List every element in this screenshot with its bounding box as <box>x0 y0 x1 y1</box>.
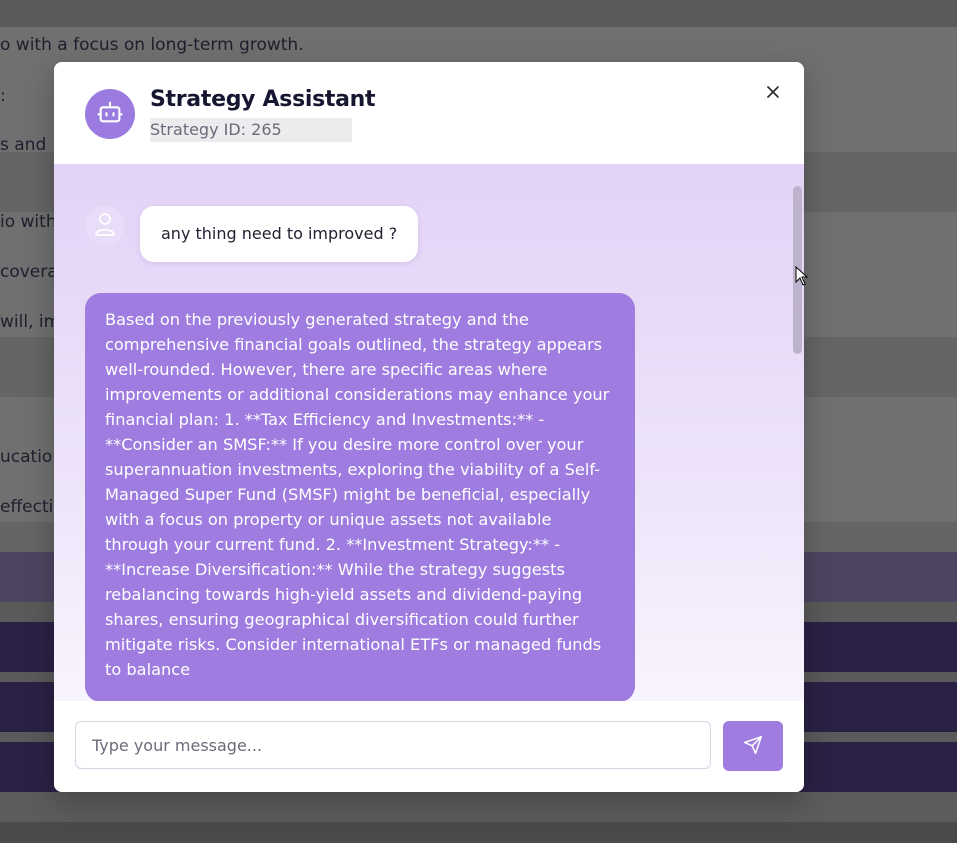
composer <box>54 701 804 792</box>
bot-avatar <box>85 89 135 139</box>
message-input[interactable] <box>75 721 711 769</box>
modal-title: Strategy Assistant <box>150 87 376 112</box>
assistant-message: Based on the previously generated strate… <box>85 293 635 701</box>
send-icon <box>743 735 763 758</box>
bg-row <box>0 822 957 843</box>
close-button[interactable] <box>762 82 784 104</box>
bg-text-line: o with a focus on long-term growth. <box>0 35 304 55</box>
robot-icon <box>96 98 124 130</box>
user-message: any thing need to improved ? <box>140 206 419 262</box>
modal-header: Strategy Assistant Strategy ID: 265 <box>54 62 804 164</box>
bg-text-line: : <box>0 86 6 106</box>
user-icon <box>93 211 117 241</box>
mouse-cursor-icon <box>795 265 809 286</box>
bg-text-line: s and <box>0 135 47 155</box>
bg-text-line: ucatio <box>0 447 53 467</box>
bg-text-line: io with <box>0 212 57 232</box>
bg-row <box>0 792 957 822</box>
send-button[interactable] <box>723 721 783 771</box>
strategy-id-label: Strategy ID: 265 <box>150 118 352 142</box>
bg-row <box>0 0 957 27</box>
bg-text-line: covera <box>0 262 58 282</box>
chat-scrollbar[interactable] <box>790 164 804 701</box>
close-icon <box>766 84 780 103</box>
chat-messages[interactable]: any thing need to improved ? Based on th… <box>54 164 804 701</box>
strategy-assistant-modal: Strategy Assistant Strategy ID: 265 any … <box>54 62 804 792</box>
user-avatar <box>85 206 125 246</box>
